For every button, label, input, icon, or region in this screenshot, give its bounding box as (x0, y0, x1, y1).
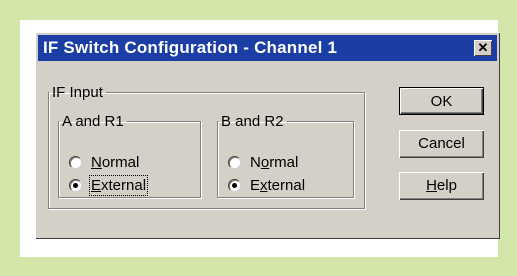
title-bar[interactable]: IF Switch Configuration - Channel 1 ✕ (38, 35, 497, 61)
close-icon[interactable]: ✕ (474, 40, 492, 56)
a-and-r1-legend: A and R1 (62, 113, 124, 130)
if-input-legend: IF Input (52, 84, 103, 101)
if-switch-dialog: IF Switch Configuration - Channel 1 ✕ IF… (35, 32, 500, 239)
b-normal-label: Normal (250, 154, 299, 171)
radio-icon[interactable] (69, 156, 82, 169)
b-normal-radio[interactable]: Normal (228, 154, 298, 171)
radio-selected-icon[interactable] (228, 179, 241, 192)
a-normal-label: Normal (91, 154, 140, 171)
a-external-label: External (88, 175, 149, 196)
a-external-radio[interactable]: External (69, 175, 149, 196)
radio-selected-icon[interactable] (69, 179, 82, 192)
cancel-button[interactable]: Cancel (399, 130, 484, 158)
b-and-r2-legend: B and R2 (221, 113, 284, 130)
b-and-r2-group: B and R2 Normal External (217, 113, 354, 198)
b-external-label: External (250, 177, 306, 194)
help-button[interactable]: Help (399, 172, 484, 200)
ok-button[interactable]: OK (399, 87, 484, 115)
radio-icon[interactable] (228, 156, 241, 169)
a-normal-radio[interactable]: Normal (69, 154, 139, 171)
dialog-title: IF Switch Configuration - Channel 1 (43, 38, 338, 57)
a-and-r1-group: A and R1 Normal External (58, 113, 201, 198)
b-external-radio[interactable]: External (228, 177, 305, 194)
